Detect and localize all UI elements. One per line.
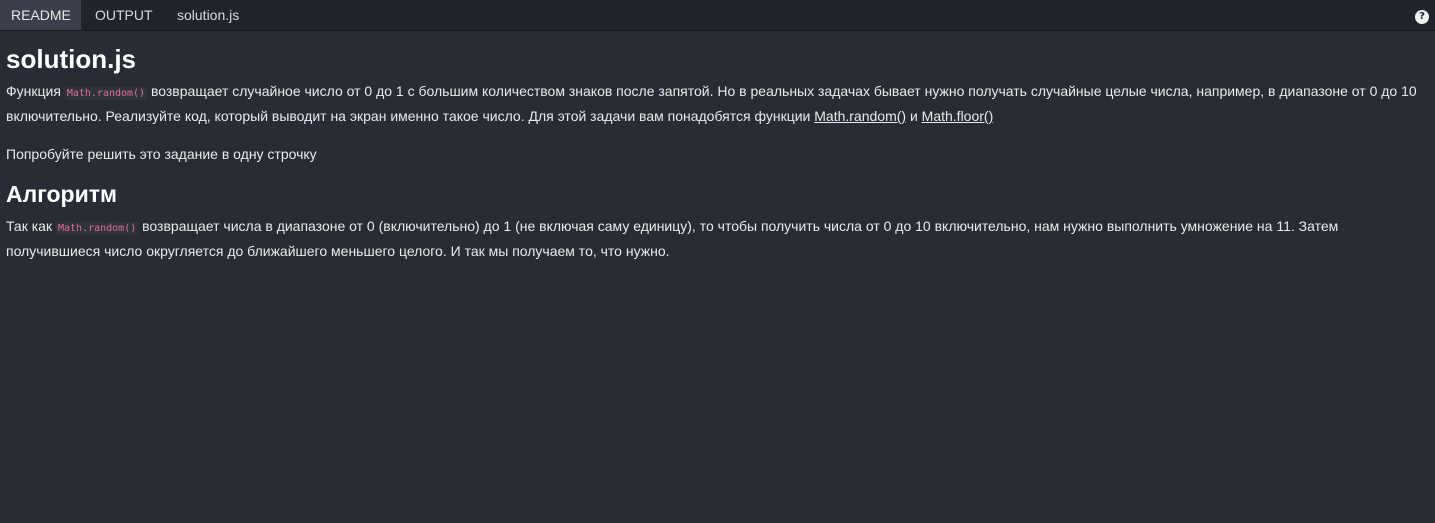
description-text-3: и xyxy=(906,108,922,124)
math-random-link[interactable]: Math.random() xyxy=(814,108,906,124)
hint-paragraph: Попробуйте решить это задание в одну стр… xyxy=(6,146,317,162)
description-text-1: Функция xyxy=(6,83,65,99)
math-floor-link[interactable]: Math.floor() xyxy=(922,108,994,124)
readme-content: solution.js Функция Math.random() возвра… xyxy=(6,31,1426,262)
tab-bar: README OUTPUT solution.js ? xyxy=(0,0,1435,31)
page-title: solution.js xyxy=(6,44,136,74)
tab-readme[interactable]: README xyxy=(0,0,81,30)
algorithm-text-1: Так как xyxy=(6,218,56,234)
tab-solution-js[interactable]: solution.js xyxy=(166,0,250,30)
inline-code: Math.random() xyxy=(55,222,139,235)
algorithm-text-2: возвращает числа в диапазоне от 0 (включ… xyxy=(6,218,1339,259)
inline-code: Math.random() xyxy=(64,87,148,100)
algorithm-heading: Алгоритм xyxy=(6,181,118,207)
algorithm-paragraph: Так как Math.random() возвращает числа в… xyxy=(6,215,1426,262)
description-paragraph: Функция Math.random() возвращает случайн… xyxy=(6,80,1426,127)
tab-output[interactable]: OUTPUT xyxy=(84,0,164,30)
description-text-2: возвращает случайное число от 0 до 1 с б… xyxy=(6,83,1417,124)
help-icon[interactable]: ? xyxy=(1415,10,1429,24)
